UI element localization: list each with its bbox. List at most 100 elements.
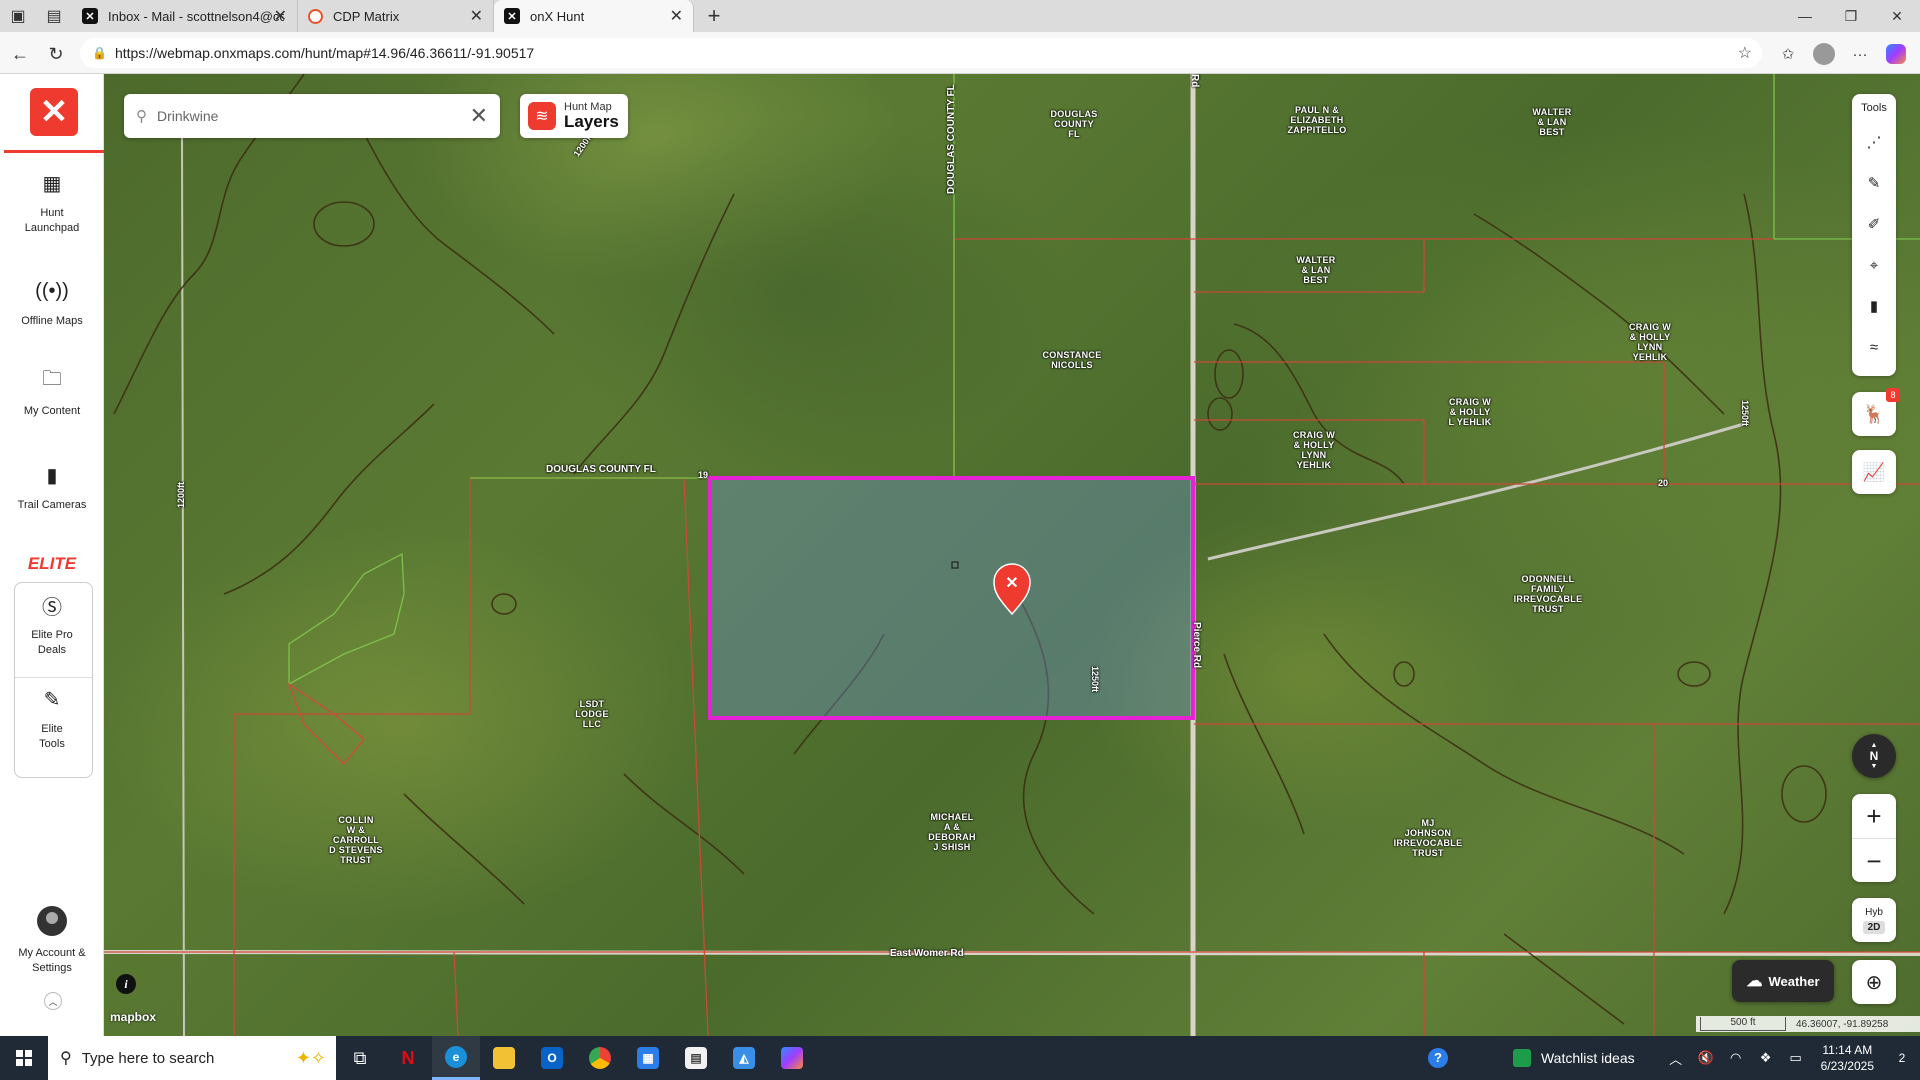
- back-icon[interactable]: ←: [6, 40, 34, 68]
- chrome-icon[interactable]: [576, 1036, 624, 1080]
- taskbar-search[interactable]: ⚲ Type here to search ✦✧: [48, 1036, 336, 1080]
- wifi-icon[interactable]: ◠: [1721, 1050, 1751, 1066]
- tab-onx-hunt[interactable]: ✕ onX Hunt ✕: [494, 0, 694, 32]
- zoom-out-button[interactable]: −: [1852, 839, 1896, 883]
- sidebar-item-offline-maps[interactable]: ((•)) Offline Maps: [0, 278, 104, 329]
- parcel-label[interactable]: ODONNELL FAMILY IRREVOCABLE TRUST: [1514, 574, 1583, 614]
- tab-inbox[interactable]: ✕ Inbox - Mail - scottnelson4@comcast.ne…: [72, 0, 298, 32]
- tab-label: onX Hunt: [530, 8, 585, 24]
- layers-button[interactable]: ≋ Hunt Map Layers: [520, 94, 628, 138]
- sidebar-item-trail-cameras[interactable]: ▮ Trail Cameras: [0, 462, 104, 513]
- dropbox-icon[interactable]: ❖: [1751, 1050, 1781, 1066]
- elite-label: ELITE: [27, 554, 77, 573]
- compass-button[interactable]: ▲ N ▼: [1852, 734, 1896, 778]
- compass-label: N: [1869, 749, 1879, 763]
- sidebar-item-label: Elite Pro Deals: [31, 629, 73, 656]
- road-label: DOUGLAS COUNTY FL: [546, 464, 656, 475]
- more-options-icon[interactable]: ···: [1846, 40, 1874, 68]
- sidebar-item-elite-pro-deals[interactable]: Ⓢ Elite Pro Deals: [0, 592, 104, 658]
- wind-icon[interactable]: ≈: [1860, 333, 1888, 361]
- cloud-icon: ☁: [1746, 973, 1763, 990]
- widgets-watchlist[interactable]: Watchlist ideas: [1512, 1049, 1635, 1067]
- trail-camera-tool-icon[interactable]: ▮: [1860, 292, 1888, 320]
- parcel-label[interactable]: LSDT LODGE LLC: [575, 699, 609, 729]
- system-tray: ? Watchlist ideas ︿ 🔇 ◠ ❖ ▭ 11:14 AM 6/2…: [1423, 1036, 1920, 1080]
- notepad-icon[interactable]: ▤: [672, 1036, 720, 1080]
- draw-line-icon[interactable]: ✎: [1860, 169, 1888, 197]
- parcel-label[interactable]: COLLIN W & CARROLL D STEVENS TRUST: [329, 815, 383, 865]
- tab-cdp-matrix[interactable]: CDP Matrix ✕: [298, 0, 494, 32]
- outlook-icon[interactable]: O: [528, 1036, 576, 1080]
- tab-actions-icon[interactable]: ▤: [36, 0, 72, 32]
- display-icon[interactable]: ▭: [1781, 1050, 1811, 1066]
- x-icon: ✕: [504, 8, 520, 24]
- measure-line-icon[interactable]: ⋰: [1860, 128, 1888, 156]
- app-sidebar: ✕ ▦ Hunt Launchpad ((•)) Offline Maps 🗀 …: [0, 74, 104, 1036]
- url-field[interactable]: 🔒 https://webmap.onxmaps.com/hunt/map#14…: [80, 38, 1762, 68]
- photos-icon[interactable]: ◭: [720, 1036, 768, 1080]
- chevron-up-icon[interactable]: ︿: [1661, 1049, 1691, 1068]
- parcel-label[interactable]: WALTER & LAN BEST: [1296, 255, 1335, 285]
- sidebar-item-my-content[interactable]: 🗀 My Content: [0, 368, 104, 419]
- onx-logo[interactable]: ✕: [30, 88, 78, 136]
- new-tab-button[interactable]: +: [698, 0, 730, 32]
- parcel-label[interactable]: CRAIG W & HOLLY LYNN YEHLIK: [1293, 430, 1335, 470]
- close-icon[interactable]: ✕: [670, 6, 683, 26]
- copilot-app-icon[interactable]: [768, 1036, 816, 1080]
- task-view-icon[interactable]: ⧉: [336, 1036, 384, 1080]
- section-label: 20: [1658, 478, 1669, 488]
- favorite-star-icon[interactable]: ☆: [1738, 43, 1752, 63]
- sidebar-item-elite-tools[interactable]: ✎ Elite Tools: [0, 686, 104, 752]
- notification-center-button[interactable]: 2: [1884, 1036, 1920, 1080]
- contour-label: 1200ft: [176, 481, 186, 508]
- locate-me-button[interactable]: ⊕: [1852, 960, 1896, 1004]
- workspaces-icon[interactable]: ▣: [0, 0, 36, 32]
- close-icon[interactable]: ✕: [274, 6, 287, 26]
- info-icon[interactable]: i: [116, 974, 136, 994]
- hunt-rut-button[interactable]: 🦌 8: [1852, 388, 1900, 436]
- copilot-icon[interactable]: [1882, 40, 1910, 68]
- refresh-icon[interactable]: ↻: [42, 40, 70, 68]
- clear-search-icon[interactable]: ✕: [470, 103, 488, 129]
- parcel-label[interactable]: MICHAEL A & DEBORAH J SHISH: [928, 812, 976, 852]
- file-explorer-icon[interactable]: [480, 1036, 528, 1080]
- system-clock[interactable]: 11:14 AM 6/23/2025: [1821, 1042, 1874, 1074]
- sidebar-item-hunt-launchpad[interactable]: ▦ Hunt Launchpad: [0, 170, 104, 236]
- crosshair-icon: ⊕: [1865, 971, 1883, 994]
- parcel-label[interactable]: CONSTANCE NICOLLS: [1042, 350, 1101, 370]
- waypoint-icon[interactable]: ⌖: [1860, 251, 1888, 279]
- close-window-icon[interactable]: ✕: [1874, 0, 1920, 32]
- edge-icon[interactable]: e: [432, 1036, 480, 1080]
- parcel-label[interactable]: DOUGLAS COUNTY FL: [1050, 109, 1097, 139]
- mute-icon[interactable]: 🔇: [1691, 1050, 1721, 1066]
- parcel-label[interactable]: CRAIG W & HOLLY LYNN YEHLIK: [1629, 322, 1671, 362]
- search-box: ⚲ ✕: [124, 94, 500, 138]
- parcel-label[interactable]: PAUL N & ELIZABETH ZAPPITELLO: [1288, 105, 1347, 135]
- search-icon: ⚲: [136, 108, 147, 125]
- store-icon[interactable]: ▦: [624, 1036, 672, 1080]
- parcel-label[interactable]: CRAIG W & HOLLY L YEHLIK: [1448, 397, 1491, 427]
- map-canvas[interactable]: ✕ DOUGLAS COUNTY FL DOUGLAS COUNTY FL Ea…: [104, 74, 1920, 1036]
- netflix-icon[interactable]: N: [384, 1036, 432, 1080]
- favorites-icon[interactable]: ✩: [1774, 40, 1802, 68]
- search-input[interactable]: [157, 108, 457, 124]
- draw-shape-icon[interactable]: ✐: [1860, 210, 1888, 238]
- start-button[interactable]: [0, 1036, 48, 1080]
- restore-icon[interactable]: ❐: [1828, 0, 1874, 32]
- sidebar-item-account[interactable]: My Account & Settings: [0, 906, 104, 976]
- zoom-in-button[interactable]: +: [1852, 794, 1896, 838]
- close-icon[interactable]: ✕: [470, 6, 483, 26]
- parcel-boundaries: [287, 682, 365, 765]
- parcel-label[interactable]: WALTER & LAN BEST: [1532, 107, 1571, 137]
- terrain-chart-button[interactable]: 📈: [1852, 450, 1896, 494]
- parcel-label[interactable]: MJ JOHNSON IRREVOCABLE TRUST: [1394, 818, 1463, 858]
- help-icon[interactable]: ?: [1423, 1048, 1453, 1068]
- weather-button[interactable]: ☁ Weather: [1732, 960, 1834, 1002]
- scale-bar: 500 ft 46.36007, -91.89258: [1696, 1016, 1920, 1032]
- minimize-icon[interactable]: —: [1782, 0, 1828, 32]
- chevron-up-icon[interactable]: ︿: [44, 992, 62, 1010]
- mapbox-attribution[interactable]: mapbox: [110, 1010, 156, 1024]
- basemap-toggle-button[interactable]: Hyb 2D: [1852, 898, 1896, 942]
- profile-icon[interactable]: [1810, 40, 1838, 68]
- windows-taskbar: ⚲ Type here to search ✦✧ ⧉ N e O ▦ ▤ ◭ ?…: [0, 1036, 1920, 1080]
